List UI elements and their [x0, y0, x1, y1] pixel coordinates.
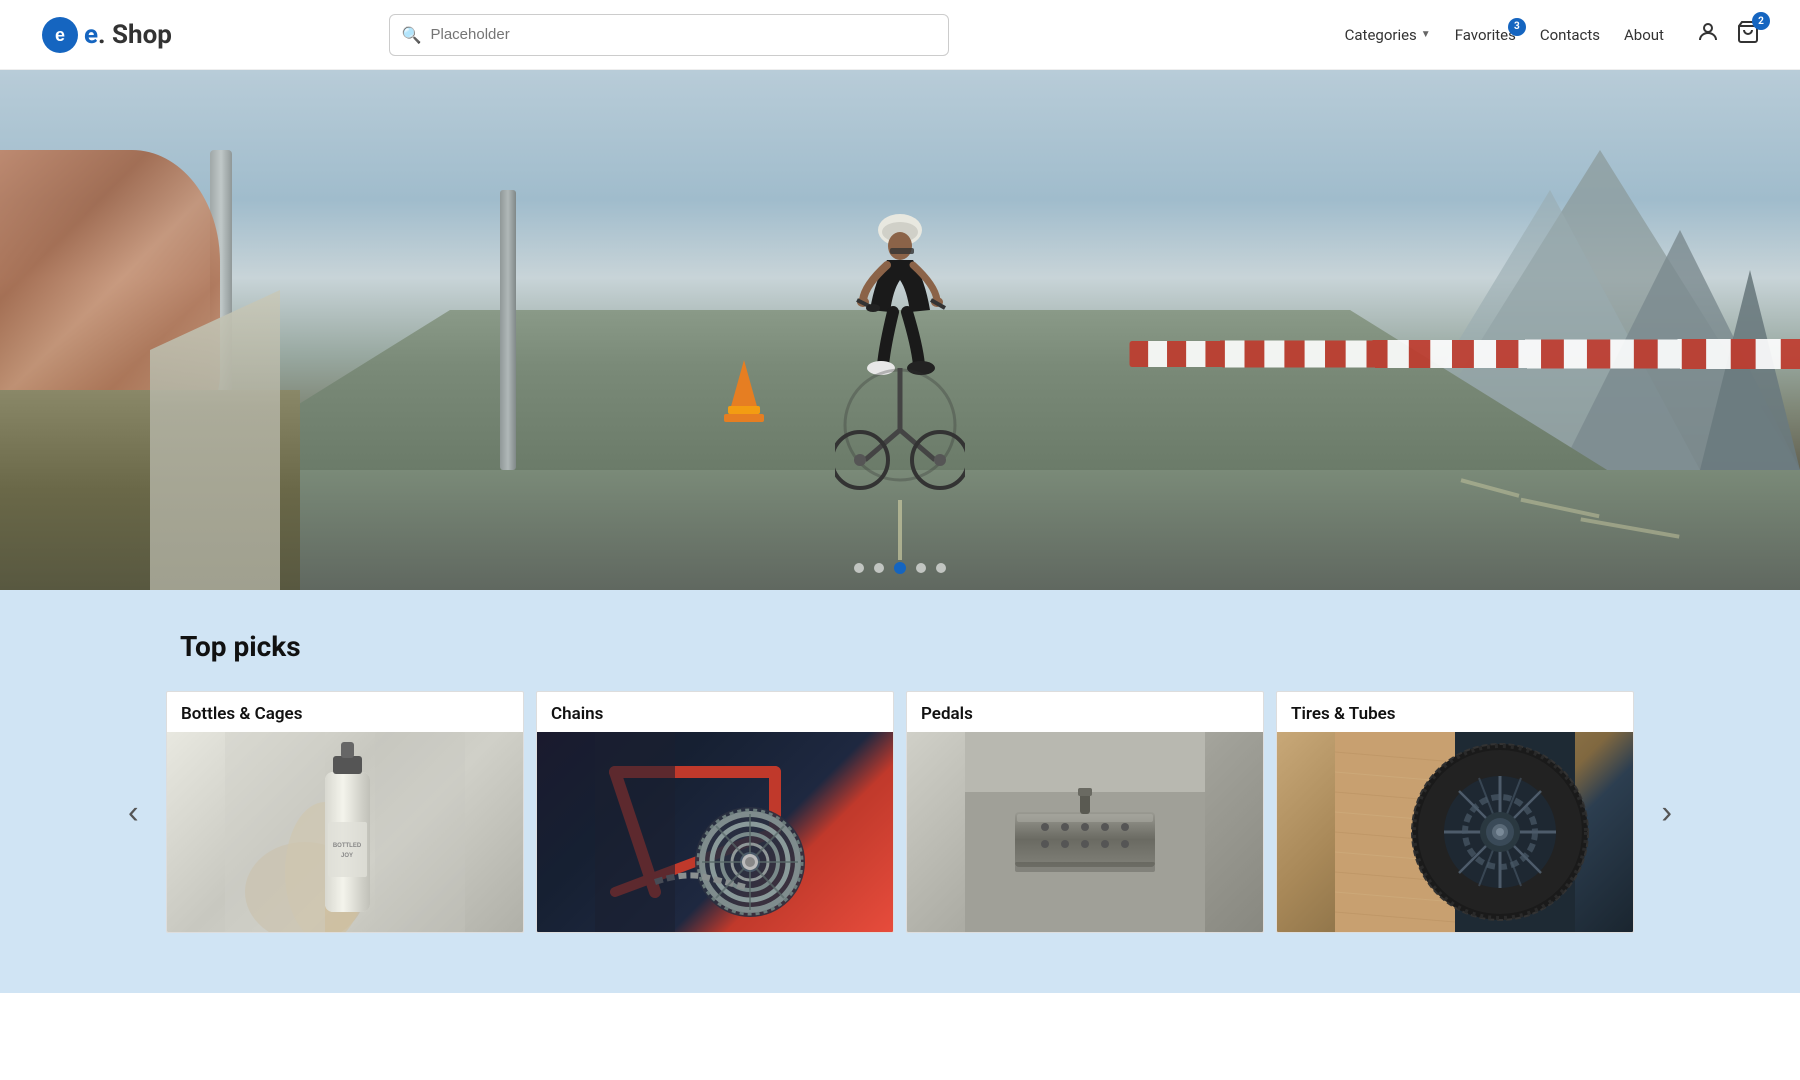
cart-icon[interactable]: 2	[1736, 20, 1760, 49]
user-icon[interactable]	[1696, 20, 1720, 49]
dot-4[interactable]	[916, 563, 926, 573]
bottle-svg: BOTTLED JOY	[167, 732, 523, 932]
chains-label: Chains	[537, 692, 893, 732]
search-container: 🔍	[389, 14, 949, 56]
tires-tubes-image	[1277, 732, 1633, 932]
tires-svg	[1277, 732, 1633, 932]
tires-tubes-label: Tires & Tubes	[1277, 692, 1633, 732]
card-tires-tubes[interactable]: Tires & Tubes	[1276, 691, 1634, 933]
nav-categories[interactable]: Categories ▼	[1345, 26, 1431, 44]
hero-banner	[0, 70, 1800, 590]
top-picks-section: Top picks ‹ Bottles & Cages	[0, 590, 1800, 993]
card-chains[interactable]: Chains	[536, 691, 894, 933]
prev-button[interactable]: ‹	[120, 786, 147, 839]
search-input[interactable]	[389, 14, 949, 56]
header: e e. Shop 🔍 Categories ▼ Favorites 3 Con…	[0, 0, 1800, 70]
card-pedals[interactable]: Pedals	[906, 691, 1264, 933]
logo-icon: e	[40, 15, 80, 55]
logo-text: e. Shop	[84, 20, 172, 50]
nav-icons: 2	[1696, 20, 1760, 49]
card-bottles-cages[interactable]: Bottles & Cages	[166, 691, 524, 933]
chevron-down-icon: ▼	[1421, 29, 1431, 40]
cyclist-svg	[835, 200, 965, 490]
cart-badge: 2	[1752, 12, 1770, 30]
logo[interactable]: e e. Shop	[40, 15, 172, 55]
pedals-image	[907, 732, 1263, 932]
dot-2[interactable]	[874, 563, 884, 573]
dot-3[interactable]	[894, 562, 906, 574]
top-picks-title: Top picks	[180, 630, 1800, 663]
dot-1[interactable]	[854, 563, 864, 573]
cards-row: ‹ Bottles & Cages	[0, 691, 1800, 933]
next-button[interactable]: ›	[1653, 786, 1680, 839]
chains-image	[537, 732, 893, 932]
svg-text:BOTTLED: BOTTLED	[333, 843, 362, 849]
dot-5[interactable]	[936, 563, 946, 573]
pedals-svg	[907, 732, 1263, 932]
search-icon: 🔍	[401, 25, 421, 44]
svg-text:JOY: JOY	[341, 853, 353, 859]
pedals-label: Pedals	[907, 692, 1263, 732]
nav-about[interactable]: About	[1624, 26, 1664, 44]
nav-favorites[interactable]: Favorites 3	[1455, 26, 1516, 44]
carousel-dots	[854, 562, 946, 574]
nav-links: Categories ▼ Favorites 3 Contacts About	[1305, 20, 1760, 49]
favorites-badge: 3	[1508, 18, 1526, 36]
bottles-cages-image: BOTTLED JOY	[167, 732, 523, 932]
nav-contacts[interactable]: Contacts	[1540, 26, 1600, 44]
svg-text:e: e	[55, 25, 65, 45]
bottles-cages-label: Bottles & Cages	[167, 692, 523, 732]
chain-svg	[537, 732, 893, 932]
